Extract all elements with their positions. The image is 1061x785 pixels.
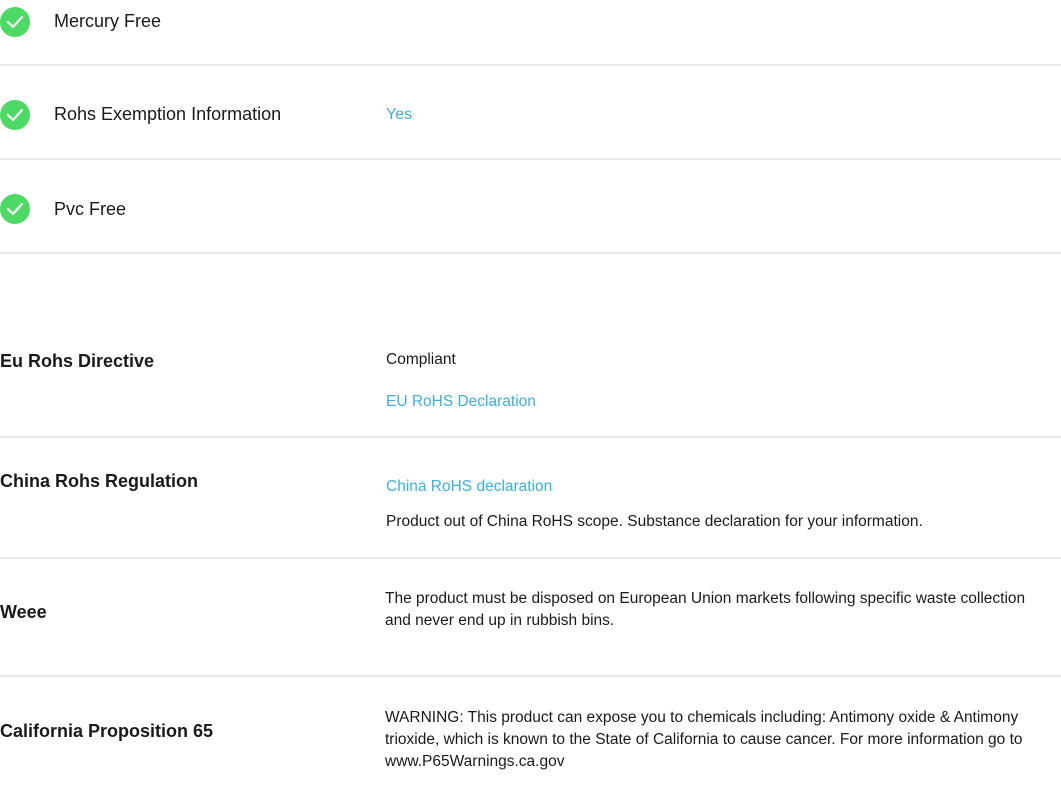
eu-rohs-declaration-link[interactable]: EU RoHS Declaration	[386, 393, 536, 411]
checkmark-icon	[0, 194, 30, 224]
check-label: Rohs Exemption Information	[54, 104, 282, 124]
regulation-row-prop65: California Proposition 65 WARNING: This …	[0, 677, 1061, 785]
regulation-label: California Proposition 65	[0, 721, 214, 741]
check-label: Mercury Free	[54, 11, 162, 31]
prop65-warning: WARNING: This product can expose you to …	[385, 709, 1023, 770]
check-row-rohs-exemption: Rohs Exemption Information Yes	[0, 66, 1061, 160]
regulation-row-weee: Weee The product must be disposed on Eur…	[0, 559, 1061, 677]
checkmark-icon	[0, 7, 30, 37]
weee-description: The product must be disposed on European…	[385, 590, 1026, 629]
regulation-label: China Rohs Regulation	[0, 471, 198, 491]
check-label: Pvc Free	[54, 199, 127, 219]
regulation-label: Eu Rohs Directive	[0, 351, 155, 371]
china-rohs-scope-note: Product out of China RoHS scope. Substan…	[386, 513, 923, 530]
compliance-status: Compliant	[386, 351, 456, 368]
china-rohs-declaration-link[interactable]: China RoHS declaration	[386, 478, 552, 496]
checkmark-icon	[0, 100, 30, 130]
environmental-compliance-panel: Mercury Free Rohs Exemption Information …	[0, 0, 1061, 785]
regulation-row-china-rohs: China Rohs Regulation China RoHS declara…	[0, 438, 1061, 559]
check-row-pvc-free: Pvc Free	[0, 160, 1061, 254]
check-row-mercury-free: Mercury Free	[0, 0, 1061, 66]
regulation-row-eu-rohs: Eu Rohs Directive Compliant EU RoHS Decl…	[0, 320, 1061, 438]
regulation-label: Weee	[0, 602, 47, 622]
check-value: Yes	[386, 106, 413, 123]
